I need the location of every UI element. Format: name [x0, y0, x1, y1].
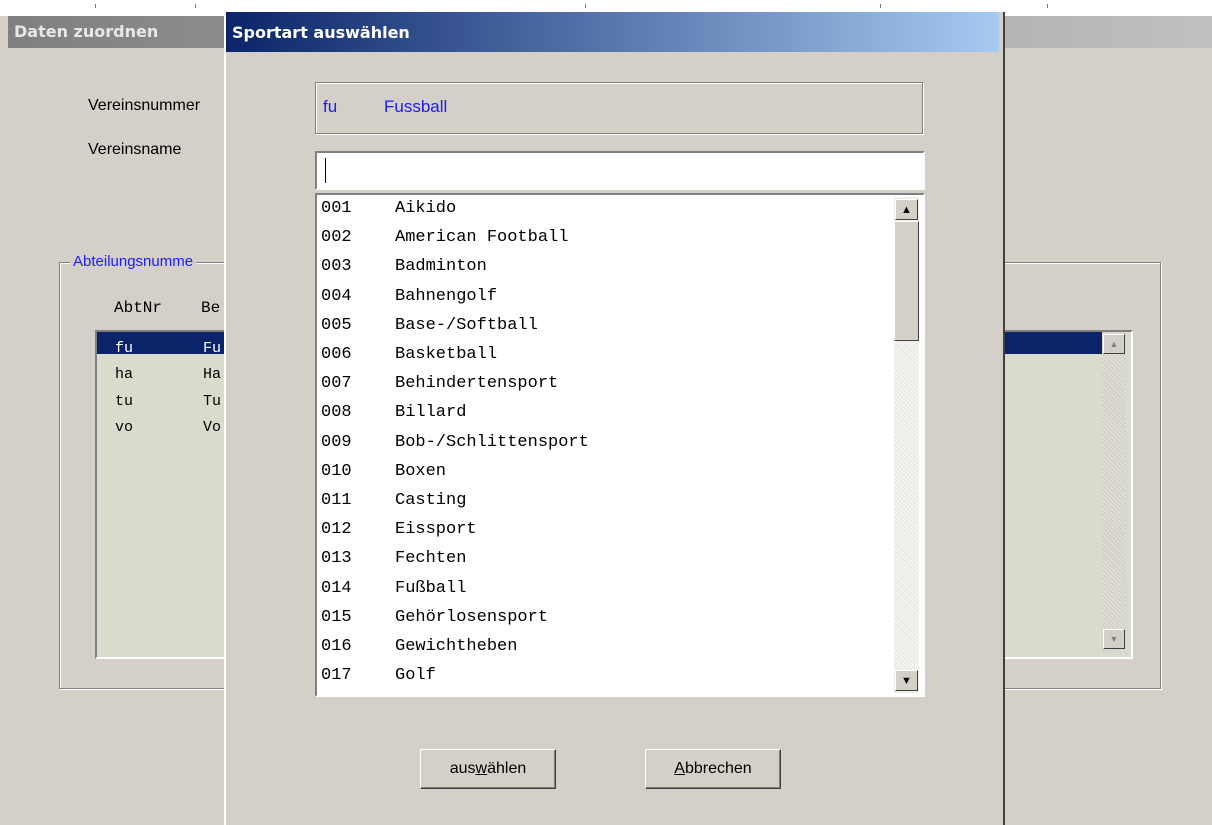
sport-name: Base-/Softball — [395, 315, 538, 335]
scroll-up-arrow-icon[interactable]: ▲ — [895, 199, 918, 220]
scroll-up-arrow-icon[interactable]: ▲ — [1103, 334, 1125, 354]
sport-name: Bob-/Schlittensport — [395, 432, 589, 452]
auswaehlen-mnemonic: w — [475, 760, 488, 777]
selected-sport-display: fu Fussball — [315, 82, 923, 134]
background-window-title: Daten zuordnen — [14, 22, 159, 41]
sport-name: Gehörlosensport — [395, 607, 549, 627]
sport-name: Boxen — [395, 461, 447, 481]
abbrechen-button[interactable]: Abbrechen — [645, 749, 781, 789]
abteilung-row-code[interactable]: vo — [115, 419, 133, 436]
sport-code: 001 — [321, 199, 352, 218]
ruler-tick — [880, 4, 881, 8]
abteilung-row-name[interactable]: Vo — [203, 419, 221, 436]
sport-name: Fußball — [395, 578, 467, 598]
dialog-title-bar[interactable]: Sportart auswählen — [226, 12, 999, 52]
sport-name: American Football — [395, 228, 569, 248]
sport-code: 002 — [321, 228, 352, 248]
sport-code: 017 — [321, 666, 352, 686]
sport-code: 007 — [321, 374, 352, 394]
dialog-title: Sportart auswählen — [232, 23, 410, 42]
ruler-tick — [1047, 4, 1048, 8]
abteilung-row-code[interactable]: tu — [115, 393, 133, 410]
sport-name: Basketball — [395, 345, 498, 364]
sport-name: Fechten — [395, 549, 467, 569]
selected-sport-code: fu — [323, 97, 338, 116]
sport-code: 006 — [321, 345, 352, 364]
abteilung-list-scrollbar[interactable]: ▲ ▼ — [1102, 332, 1126, 653]
vereinsname-label: Vereinsname — [88, 141, 182, 158]
sport-name: Behindertensport — [395, 374, 559, 394]
sport-name: Gewichtheben — [395, 637, 518, 656]
auswaehlen-label-post: ählen — [487, 760, 527, 777]
abteilung-row-code[interactable]: fu — [115, 340, 133, 357]
sport-name: Badminton — [395, 257, 487, 277]
sport-name: Billard — [395, 403, 467, 423]
filter-input[interactable] — [320, 156, 923, 184]
abteilung-row-name[interactable]: Fu — [203, 340, 221, 357]
abteilung-row-code[interactable]: ha — [115, 366, 133, 383]
abbrechen-label-post: bbrechen — [684, 760, 752, 777]
scroll-down-arrow-icon[interactable]: ▼ — [895, 670, 918, 691]
column-header-abtnr: AbtNr — [114, 299, 163, 317]
sport-code: 016 — [321, 637, 352, 656]
sport-code: 005 — [321, 315, 352, 335]
sport-list-scrollbar[interactable]: ▲ ▼ — [894, 197, 919, 693]
selected-sport-name: Fussball — [384, 97, 448, 116]
sport-list[interactable]: 001 Aikido 002 American Football 003 Badminto… — [315, 193, 925, 697]
scroll-down-arrow-icon[interactable]: ▼ — [1103, 629, 1125, 649]
sport-code: 009 — [321, 432, 352, 452]
sport-name: Eissport — [395, 520, 477, 540]
sport-code: 013 — [321, 549, 352, 569]
sport-code: 008 — [321, 403, 352, 423]
sport-code: 004 — [321, 286, 352, 306]
abteilung-group-label: Abteilungsnumme — [70, 253, 197, 270]
text-caret — [325, 158, 326, 183]
sport-code: 003 — [321, 257, 352, 277]
abteilung-row-name[interactable]: Tu — [203, 393, 221, 410]
column-header-be: Be — [201, 299, 221, 317]
sport-code: 010 — [321, 461, 352, 481]
filter-field-frame — [315, 151, 925, 190]
scrollbar-thumb[interactable] — [894, 221, 919, 341]
ruler-tick — [95, 4, 96, 8]
auswaehlen-label-pre: aus — [449, 760, 476, 777]
ruler-tick — [195, 4, 196, 8]
auswaehlen-button[interactable]: aus w ählen — [420, 749, 556, 789]
abbrechen-mnemonic: A — [674, 760, 685, 777]
abteilung-row-name[interactable]: Ha — [203, 366, 221, 383]
sport-name: Aikido — [395, 199, 457, 218]
sport-name: Bahnengolf — [395, 286, 498, 306]
sportart-dialog: Sportart auswählen fu Fussball 001 Aikido… — [224, 12, 1005, 825]
sport-name: Casting — [395, 491, 467, 510]
sport-name: Golf — [395, 666, 436, 686]
sport-code: 015 — [321, 607, 352, 627]
vereinsnummer-label: Vereinsnummer — [88, 97, 201, 114]
sport-code: 011 — [321, 491, 352, 510]
sport-code: 012 — [321, 520, 352, 540]
ruler-tick — [585, 4, 586, 8]
sport-code: 014 — [321, 578, 352, 598]
